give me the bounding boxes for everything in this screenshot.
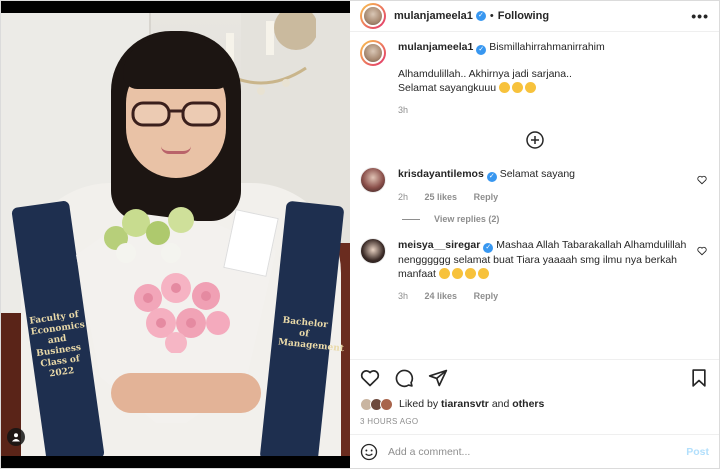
caption-line-2: Alhamdulillah.. Akhirnya jadi sarjana..: [398, 68, 572, 80]
load-more-comments[interactable]: [360, 131, 709, 149]
add-comment-bar: Post: [350, 434, 719, 468]
emoji-icon: [525, 82, 536, 93]
replies-divider: [402, 218, 420, 220]
stole-right-text: Bachelor of Management: [277, 315, 345, 355]
comment-input[interactable]: [388, 445, 687, 458]
liked-by-prefix: Liked by: [399, 398, 439, 410]
instagram-post-dialog: Faculty of Economics and Business Class …: [0, 0, 720, 469]
emoji-icon[interactable]: [360, 443, 378, 461]
comment-likes[interactable]: 24 likes: [425, 291, 458, 301]
reply-button[interactable]: Reply: [474, 291, 499, 301]
verified-icon: ✓: [483, 243, 494, 253]
post-time[interactable]: 3 HOURS AGO: [350, 413, 719, 434]
comment-item: krisdayantilemos ✓ Selamat sayang 2h 25 l…: [360, 167, 709, 204]
comment-time: 2h: [398, 192, 409, 202]
author-avatar-small[interactable]: [360, 40, 386, 66]
comment-text: Selamat sayang: [499, 168, 576, 180]
emoji-icon: [499, 82, 510, 93]
comment-likes[interactable]: 25 likes: [425, 192, 458, 202]
heart-icon[interactable]: [697, 246, 707, 256]
following-button[interactable]: Following: [498, 10, 549, 22]
post-header: mulanjameela1 ✓ • Following •••: [350, 1, 719, 32]
smile: [161, 146, 191, 154]
verified-icon: ✓: [475, 11, 486, 21]
liked-by-others[interactable]: others: [512, 398, 544, 410]
share-icon[interactable]: [428, 368, 448, 388]
comments-list[interactable]: mulanjameela1 ✓ Bismillahirrahmanirrahim …: [350, 32, 719, 359]
photo-letterbox-bottom: [1, 456, 350, 468]
post-comment-button[interactable]: Post: [686, 446, 709, 458]
emoji-icon: [451, 268, 463, 279]
add-circle-icon[interactable]: [525, 131, 544, 149]
stole-left-text: Faculty of Economics and Business Class …: [28, 309, 86, 380]
emoji-icon: [464, 268, 476, 279]
hands: [111, 373, 261, 413]
emoji-icon: [438, 268, 450, 279]
commenter-avatar[interactable]: [360, 167, 386, 193]
author-username[interactable]: mulanjameela1: [394, 10, 473, 22]
bouquet-greenery: [104, 207, 194, 263]
pink-roses: [134, 273, 230, 353]
photo-letterbox-top: [1, 1, 350, 13]
comment-icon[interactable]: [394, 368, 414, 388]
emoji-icon: [477, 268, 489, 279]
comment-item: meisya__siregar ✓ Mashaa Allah Tabarakall…: [360, 238, 709, 303]
user-tag-icon[interactable]: [7, 428, 25, 446]
view-replies-label[interactable]: View replies (2): [434, 214, 499, 224]
commenter-username[interactable]: krisdayantilemos: [398, 168, 484, 180]
reply-button[interactable]: Reply: [474, 192, 499, 202]
post-actions-bar: [350, 359, 719, 395]
caption-username[interactable]: mulanjameela1: [398, 41, 473, 53]
caption-time: 3h: [398, 105, 409, 115]
more-icon[interactable]: •••: [691, 8, 709, 24]
author-avatar[interactable]: [360, 3, 386, 29]
emoji-icon: [512, 82, 523, 93]
comment-time: 3h: [398, 291, 409, 301]
bookmark-icon[interactable]: [689, 368, 709, 388]
header-separator: •: [489, 10, 494, 22]
heart-icon[interactable]: [360, 368, 380, 388]
heart-icon[interactable]: [697, 175, 707, 185]
commenter-username[interactable]: meisya__siregar: [398, 239, 480, 251]
glasses: [131, 101, 221, 127]
caption-first-line: Bismillahirrahmanirrahim: [489, 41, 605, 53]
post-details-panel: mulanjameela1 ✓ • Following ••• mulanjam…: [350, 1, 719, 468]
graduation-photo-scene: Faculty of Economics and Business Class …: [1, 13, 350, 456]
liked-by-user[interactable]: tiaransvtr: [441, 398, 489, 410]
liked-by-row: Liked by tiaransvtr and others: [350, 395, 719, 413]
liked-by-and: and: [491, 398, 510, 410]
verified-icon: ✓: [476, 45, 487, 55]
liker-avatars[interactable]: [360, 397, 393, 411]
caption-line-3: Selamat sayangkuuu: [398, 82, 497, 94]
view-replies-button[interactable]: View replies (2): [402, 214, 709, 224]
hair-bangs: [123, 39, 231, 89]
commenter-avatar[interactable]: [360, 238, 386, 264]
post-photo[interactable]: Faculty of Economics and Business Class …: [1, 1, 350, 468]
caption: mulanjameela1 ✓ Bismillahirrahmanirrahim …: [360, 40, 709, 117]
verified-icon: ✓: [486, 172, 497, 182]
